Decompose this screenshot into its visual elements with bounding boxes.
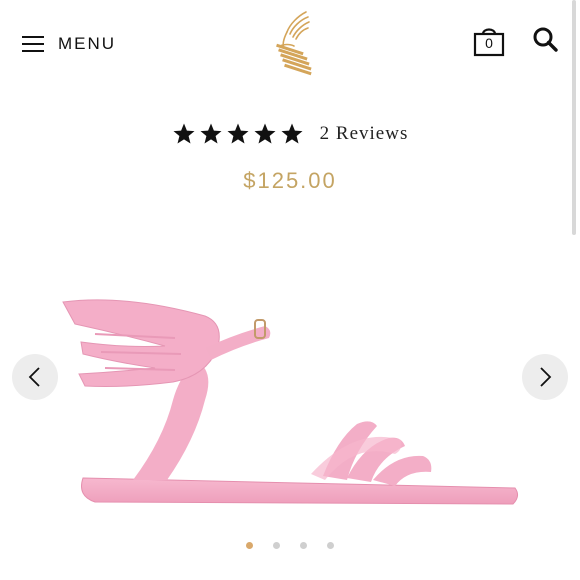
carousel-dot[interactable]	[300, 542, 307, 549]
menu-label: MENU	[58, 34, 117, 53]
hamburger-icon	[22, 36, 44, 52]
star-icon	[200, 123, 222, 144]
star-icon	[254, 123, 276, 144]
search-button[interactable]	[532, 26, 558, 52]
site-header: MENU 0	[0, 0, 580, 90]
ancient-greek-sandals-logo-icon	[276, 11, 312, 76]
carousel-dots	[0, 542, 580, 549]
chevron-right-icon	[540, 367, 552, 387]
menu-button[interactable]: MENU	[22, 30, 116, 58]
reviews-link[interactable]: 2 Reviews	[320, 123, 409, 145]
scrollbar[interactable]	[572, 0, 576, 235]
carousel-next-button[interactable]	[522, 354, 568, 400]
product-price: $125.00	[243, 168, 337, 193]
cart-count: 0	[485, 35, 493, 51]
brand-logo[interactable]	[270, 8, 320, 76]
carousel-prev-button[interactable]	[12, 354, 58, 400]
star-icon	[281, 123, 303, 144]
carousel-dot[interactable]	[246, 542, 253, 549]
rating-stars	[172, 122, 304, 146]
carousel-dot[interactable]	[327, 542, 334, 549]
product-rating[interactable]: 2 Reviews	[0, 122, 580, 146]
pink-sandal-image	[62, 299, 519, 505]
chevron-left-icon	[28, 367, 40, 387]
product-image[interactable]	[55, 290, 525, 525]
search-icon	[533, 27, 558, 52]
star-icon	[227, 123, 249, 144]
carousel-dot[interactable]	[273, 542, 280, 549]
cart-button[interactable]: 0	[472, 24, 506, 58]
star-icon	[173, 123, 195, 144]
